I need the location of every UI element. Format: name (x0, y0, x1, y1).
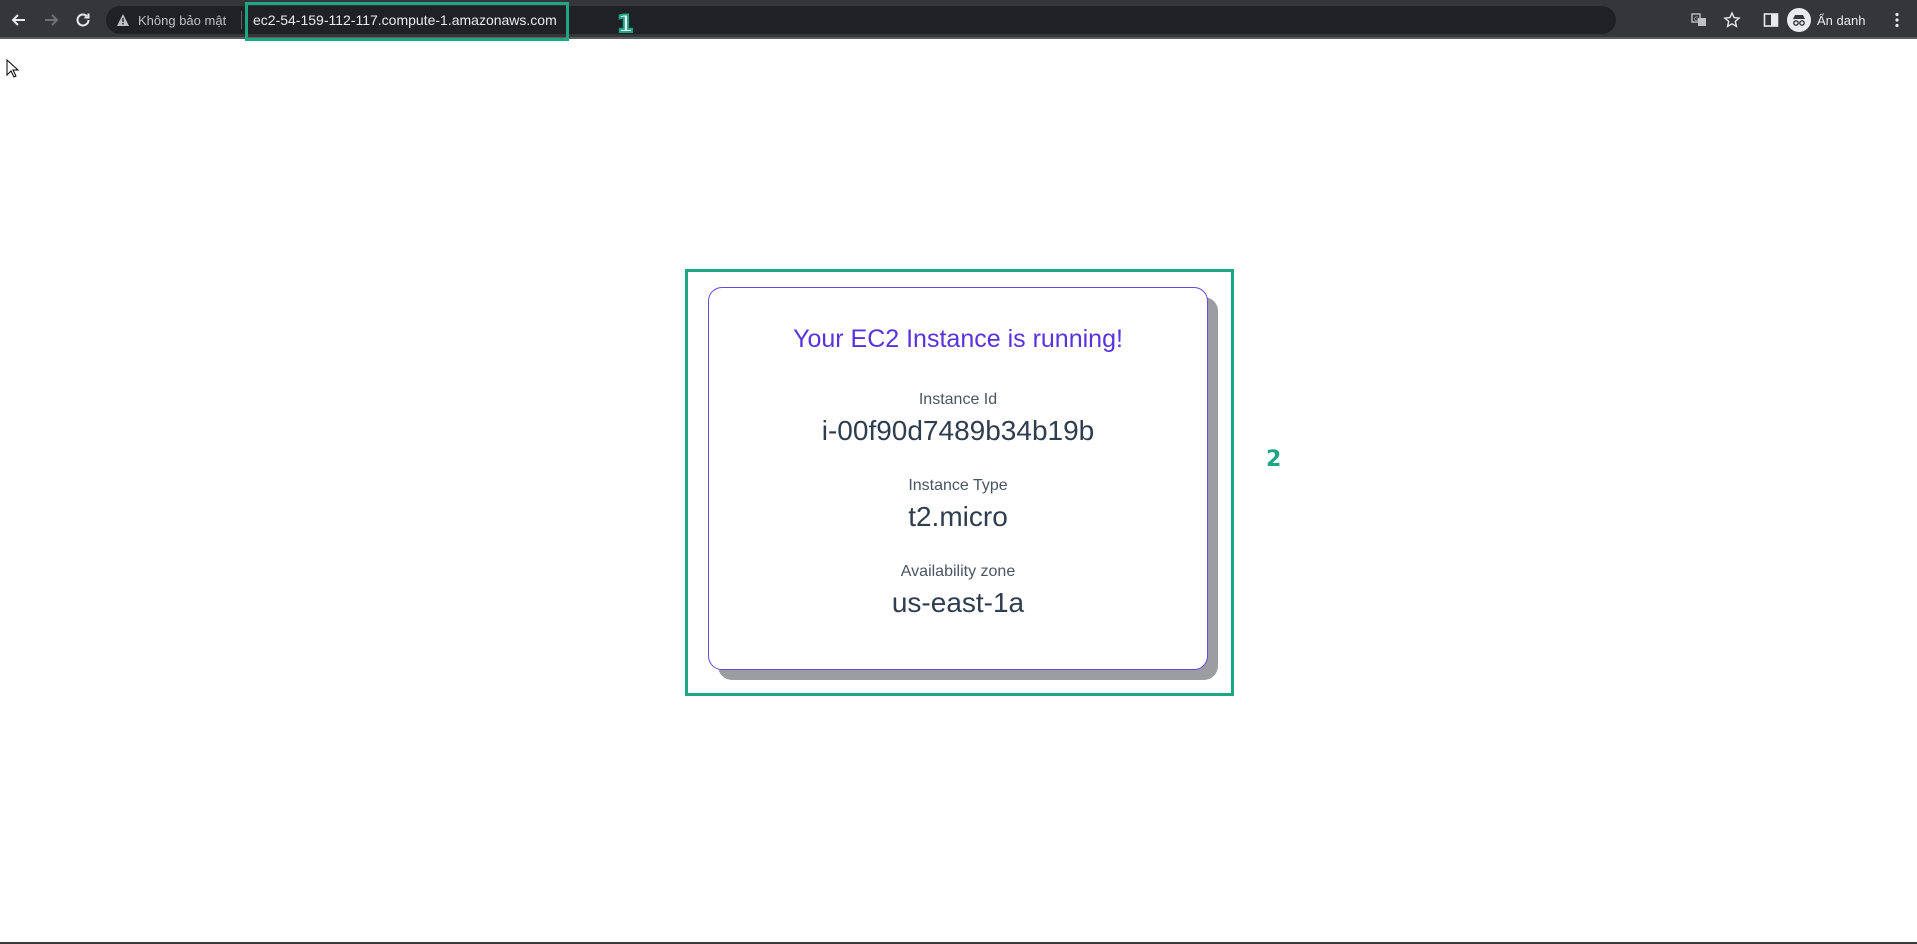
browser-menu-button[interactable] (1886, 9, 1908, 31)
instance-type-value: t2.micro (908, 501, 1008, 532)
arrow-left-icon (11, 14, 25, 26)
star-icon (1723, 11, 1741, 28)
back-button[interactable] (6, 7, 32, 33)
annotation-marker-1: 1 (616, 10, 635, 38)
bookmark-button[interactable] (1721, 9, 1743, 31)
annotation-marker-2: 2 (1266, 447, 1282, 472)
security-indicator[interactable]: Không bảo mật (116, 8, 226, 32)
instance-info-card: Your EC2 Instance is running! Instance I… (708, 287, 1208, 670)
profile-label: Ẩn danh (1817, 12, 1866, 28)
reload-icon (76, 13, 90, 27)
omnibox-separator (241, 11, 242, 29)
reload-button[interactable] (70, 7, 96, 33)
card-title: Your EC2 Instance is running! (793, 325, 1123, 353)
instance-id-label: Instance Id (918, 391, 998, 408)
incognito-profile[interactable]: Ẩn danh (1787, 7, 1865, 33)
kebab-menu-icon (1895, 12, 1899, 28)
availability-zone-label: Availability zone (900, 563, 1016, 580)
instance-type-label: Instance Type (908, 477, 1008, 494)
incognito-avatar (1787, 8, 1811, 32)
side-panel-button[interactable] (1760, 9, 1782, 31)
annotation-box-url (245, 2, 569, 41)
svg-text:G: G (1694, 16, 1699, 23)
instance-id-value: i-00f90d7489b34b19b (821, 415, 1095, 446)
availability-zone-value: us-east-1a (891, 587, 1025, 618)
translate-icon: G (1691, 13, 1706, 26)
mouse-cursor-icon (6, 59, 20, 78)
warning-icon (117, 14, 129, 26)
translate-button[interactable]: G (1688, 9, 1710, 31)
side-panel-icon (1763, 13, 1779, 27)
incognito-icon (1793, 15, 1805, 26)
forward-button[interactable] (38, 7, 64, 33)
arrow-right-icon (45, 14, 59, 26)
security-label: Không bảo mật (138, 12, 227, 28)
